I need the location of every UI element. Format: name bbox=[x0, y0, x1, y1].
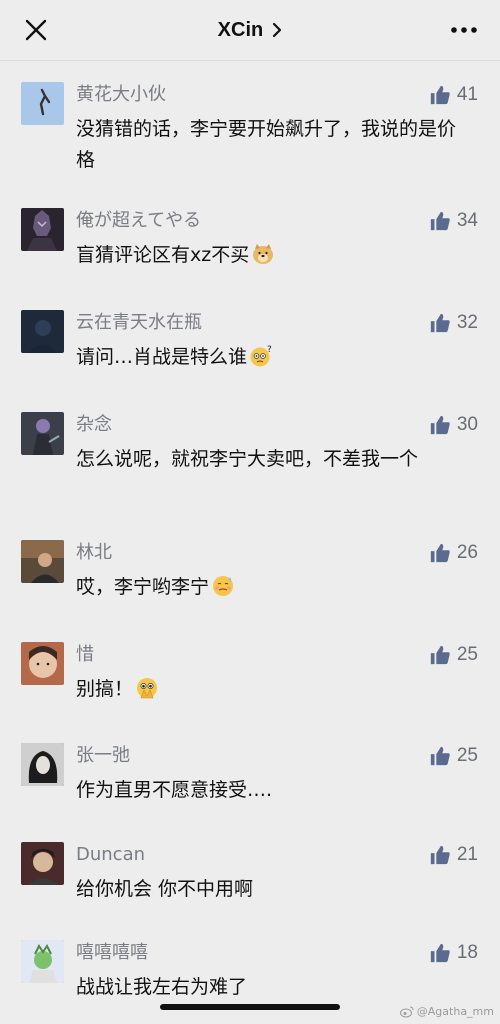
avatar[interactable] bbox=[21, 842, 64, 885]
like-count: 32 bbox=[456, 312, 478, 333]
thumbs-up-icon bbox=[429, 942, 451, 964]
thumbs-up-icon bbox=[429, 542, 451, 564]
like-button[interactable]: 18 bbox=[429, 940, 478, 966]
pray-emoji bbox=[135, 676, 159, 700]
thumbs-up-icon bbox=[429, 745, 451, 767]
avatar[interactable] bbox=[21, 743, 64, 786]
like-button[interactable]: 41 bbox=[429, 82, 478, 108]
thumbs-up-icon bbox=[429, 844, 451, 866]
like-count: 25 bbox=[456, 644, 478, 665]
avatar[interactable] bbox=[21, 642, 64, 685]
home-indicator[interactable] bbox=[160, 1004, 340, 1010]
watermark-text: @Agatha_mm bbox=[416, 1005, 494, 1018]
like-count: 25 bbox=[456, 745, 478, 766]
like-button[interactable]: 30 bbox=[429, 412, 478, 438]
comment-text: 战战让我左右为难了 bbox=[76, 976, 248, 998]
comment-text: 请问…肖战是特么谁 bbox=[76, 346, 248, 368]
page-title: XCin bbox=[217, 19, 264, 41]
like-count: 41 bbox=[456, 84, 478, 105]
comment-text: 哎，李宁哟李宁 bbox=[76, 576, 210, 598]
comment-username[interactable]: 张一弛 bbox=[76, 743, 130, 769]
comment-text: 怎么说呢，就祝李宁大卖吧，不差我一个 bbox=[76, 448, 419, 470]
comment-text-block: 盲猜评论区有xz不买 bbox=[76, 240, 466, 271]
comments-screen: XCin 黄花大小伙 41 没猜错的话，李宁要开始飙升了，我说的是价格俺が超えてやる… bbox=[0, 0, 500, 1024]
thumbs-up-icon bbox=[429, 414, 451, 436]
comment-text: 盲猜评论区有xz不买 bbox=[76, 244, 250, 266]
doge-emoji bbox=[251, 242, 275, 266]
like-button[interactable]: 26 bbox=[429, 540, 478, 566]
comment-username[interactable]: 惜 bbox=[76, 642, 94, 668]
like-count: 21 bbox=[456, 844, 478, 865]
avatar[interactable] bbox=[21, 82, 64, 125]
comment-text-block: 请问…肖战是特么谁? bbox=[76, 342, 466, 373]
comment-username[interactable]: Duncan bbox=[76, 842, 145, 868]
svg-text:?: ? bbox=[267, 345, 272, 355]
weibo-logo-icon bbox=[399, 1006, 414, 1017]
comment-text-block: 没猜错的话，李宁要开始飙升了，我说的是价格 bbox=[76, 114, 466, 176]
like-button[interactable]: 34 bbox=[429, 208, 478, 234]
comment-text: 别搞！ bbox=[76, 678, 134, 700]
comment-text-block: 作为直男不愿意接受…. bbox=[76, 775, 466, 806]
comment-text: 作为直男不愿意接受…. bbox=[76, 779, 273, 801]
comment-text-block: 哎，李宁哟李宁 bbox=[76, 572, 466, 603]
comment-text-block: 怎么说呢，就祝李宁大卖吧，不差我一个 bbox=[76, 444, 466, 475]
thumbs-up-icon bbox=[429, 210, 451, 232]
comment-username[interactable]: 杂念 bbox=[76, 412, 112, 438]
avatar[interactable] bbox=[21, 412, 64, 455]
avatar[interactable] bbox=[21, 208, 64, 251]
comment-username[interactable]: 黄花大小伙 bbox=[76, 82, 166, 108]
thumbs-up-icon bbox=[429, 644, 451, 666]
sweat-emoji bbox=[211, 574, 235, 598]
like-count: 30 bbox=[456, 414, 478, 435]
avatar[interactable] bbox=[21, 540, 64, 583]
more-button[interactable] bbox=[446, 14, 482, 46]
comment-text-block: 别搞！ bbox=[76, 674, 466, 705]
title-button[interactable]: XCin bbox=[0, 14, 500, 46]
like-button[interactable]: 32 bbox=[429, 310, 478, 336]
like-count: 26 bbox=[456, 542, 478, 563]
like-button[interactable]: 21 bbox=[429, 842, 478, 868]
comment-text-block: 给你机会 你不中用啊 bbox=[76, 874, 466, 905]
like-button[interactable]: 25 bbox=[429, 743, 478, 769]
like-button[interactable]: 25 bbox=[429, 642, 478, 668]
comment-text-block: 战战让我左右为难了 bbox=[76, 972, 466, 1003]
avatar[interactable] bbox=[21, 940, 64, 983]
avatar[interactable] bbox=[21, 310, 64, 353]
like-count: 18 bbox=[456, 942, 478, 963]
watermark: @Agatha_mm bbox=[399, 1005, 494, 1018]
like-count: 34 bbox=[456, 210, 478, 231]
chevron-right-icon bbox=[273, 22, 282, 38]
more-dots-icon bbox=[451, 27, 477, 33]
comment-username[interactable]: 俺が超えてやる bbox=[76, 208, 201, 234]
thumbs-up-icon bbox=[429, 312, 451, 334]
thumbs-up-icon bbox=[429, 84, 451, 106]
header-bar: XCin bbox=[0, 0, 500, 61]
confused-emoji: ? bbox=[249, 344, 273, 368]
comment-text: 给你机会 你不中用啊 bbox=[76, 878, 254, 900]
comment-username[interactable]: 嘻嘻嘻嘻 bbox=[76, 940, 148, 966]
comment-username[interactable]: 林北 bbox=[76, 540, 112, 566]
comment-text: 没猜错的话，李宁要开始飙升了，我说的是价格 bbox=[76, 118, 457, 171]
comment-username[interactable]: 云在青天水在瓶 bbox=[76, 310, 202, 336]
